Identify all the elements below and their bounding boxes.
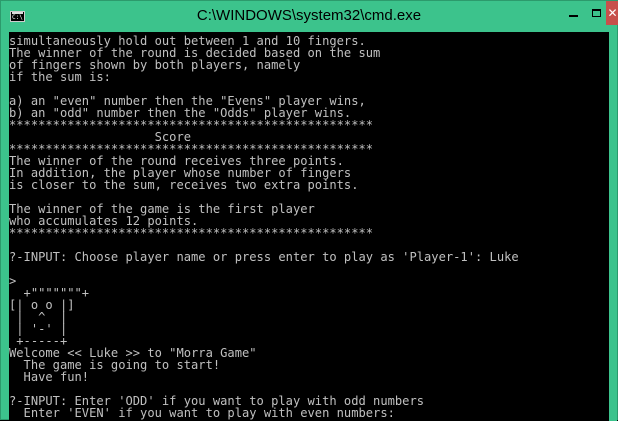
console-line: | ^ | [9, 310, 68, 324]
console-line: In addition, the player whose number of … [9, 166, 352, 180]
console-line: ****************************************… [9, 142, 374, 156]
console-line: The winner of the game is the first play… [9, 202, 315, 216]
minimize-button[interactable] [560, 1, 586, 25]
console-lines: simultaneously hold out between 1 and 10… [9, 34, 519, 420]
console-output[interactable]: simultaneously hold out between 1 and 10… [9, 32, 611, 421]
console-line: is closer to the sum, receives two extra… [9, 178, 359, 192]
console-line: The game is going to start! [9, 358, 221, 372]
console-line: Welcome << Luke >> to "Morra Game" [9, 346, 257, 360]
console-line: ****************************************… [9, 118, 374, 132]
console-line: ?-INPUT: Enter 'ODD' if you want to play… [9, 394, 425, 408]
console-line: of fingers shown by both players, namely [9, 58, 301, 72]
close-button[interactable]: ✕ [606, 1, 618, 25]
console-line: The winner of the round receives three p… [9, 154, 344, 168]
console-line: Have fun! [9, 370, 90, 384]
console-line: The winner of the round is decided based… [9, 46, 381, 60]
maximize-button[interactable] [585, 1, 607, 25]
console-line: simultaneously hold out between 1 and 10… [9, 34, 366, 48]
console-line: ?-INPUT: Choose player name or press ent… [9, 250, 519, 264]
console-line: +-----+ [9, 334, 68, 348]
vertical-scrollbar[interactable] [609, 32, 617, 421]
console-line: | '-' | [9, 322, 68, 336]
maximize-icon [591, 9, 601, 17]
console-line: +"""""""+ [9, 286, 90, 300]
console-line: > [9, 274, 17, 288]
console-line: b) an "odd" number then the "Odds" playe… [9, 106, 352, 120]
title-bar[interactable]: C:\WINDOWS\system32\cmd.exe ✕ [1, 1, 618, 32]
cmd-window: C:\WINDOWS\system32\cmd.exe ✕ simultaneo… [0, 0, 618, 421]
close-icon: ✕ [607, 6, 618, 20]
console-line: Enter 'EVEN' if you want to play with ev… [9, 406, 395, 420]
console-line: a) an "even" number then the "Evens" pla… [9, 94, 366, 108]
console-line: ****************************************… [9, 226, 374, 240]
window-title: C:\WINDOWS\system32\cmd.exe [196, 7, 422, 24]
minimize-icon [568, 15, 578, 17]
